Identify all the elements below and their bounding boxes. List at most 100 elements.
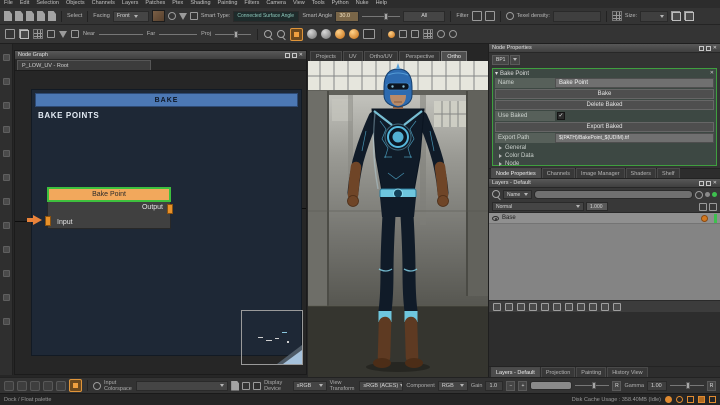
display-device-select[interactable]: sRGB <box>293 381 327 391</box>
layers-titlebar[interactable]: Layers - Default ✕ <box>489 179 720 188</box>
gain-preset-select[interactable] <box>530 381 572 390</box>
clear-search-icon[interactable] <box>695 191 703 199</box>
float-icon[interactable] <box>706 181 711 186</box>
near-slider[interactable] <box>99 30 143 39</box>
export-path-field[interactable]: $(PATH)/BakePoint_$(UDIM).tif <box>555 133 714 143</box>
viewport-canvas[interactable] <box>308 61 488 377</box>
visibility-eye-icon[interactable] <box>492 216 499 221</box>
mask-icon[interactable] <box>47 30 55 38</box>
new-project-icon[interactable] <box>4 11 12 21</box>
amount-field[interactable]: 1.000 <box>586 202 608 211</box>
node-selector-button[interactable]: BP1 <box>492 55 509 65</box>
screenshot-icon[interactable] <box>363 29 375 39</box>
node-graph-canvas[interactable]: BAKE BAKE POINTS Bake Point Output Input <box>15 71 306 374</box>
output-port[interactable] <box>167 204 173 214</box>
cache-status-icon[interactable] <box>665 396 672 403</box>
view-transform-select[interactable]: sRGB (ACES) <box>359 381 403 391</box>
menu-objects[interactable]: Objects <box>66 1 85 7</box>
size-field[interactable] <box>640 11 668 22</box>
smart-angle-slider[interactable] <box>362 12 400 21</box>
lut-file-icon[interactable] <box>231 381 239 391</box>
tool-icon[interactable] <box>3 270 10 277</box>
gain-minus-button[interactable]: − <box>506 381 515 391</box>
close-icon[interactable]: ✕ <box>713 46 717 51</box>
close-icon[interactable]: ✕ <box>710 71 714 76</box>
backdrop-header[interactable]: BAKE <box>35 93 298 107</box>
tab-history-view[interactable]: History View <box>607 367 647 377</box>
gamma-field[interactable]: 1.00 <box>647 381 667 391</box>
pin-icon[interactable] <box>285 53 290 58</box>
add-mask-icon[interactable] <box>541 303 549 311</box>
tool-icon[interactable] <box>3 222 10 229</box>
filter-edit-icon[interactable] <box>485 11 495 21</box>
float-icon[interactable] <box>292 53 297 58</box>
menu-camera[interactable]: Camera <box>266 1 286 7</box>
shader-flat-icon[interactable] <box>307 29 317 39</box>
menu-help[interactable]: Help <box>376 1 387 7</box>
section-node[interactable]: Node <box>495 160 714 168</box>
tab-image-manager[interactable]: Image Manager <box>576 168 625 178</box>
smart-type-select[interactable]: Connected Surface Angle <box>233 11 299 22</box>
tab-channels[interactable]: Channels <box>542 168 575 178</box>
filter-by-select[interactable]: Name <box>503 190 532 199</box>
paint-through-icon[interactable] <box>290 28 303 41</box>
section-color-data[interactable]: Color Data <box>495 152 714 160</box>
node-graph-tab[interactable]: P_LOW_UV - Root <box>17 60 151 70</box>
zoom-out-icon[interactable] <box>277 30 286 39</box>
select-scope-select[interactable]: All <box>403 11 445 22</box>
menu-patches[interactable]: Patches <box>145 1 165 7</box>
gain-reset-button[interactable]: R <box>612 381 621 391</box>
shader-paint-icon[interactable] <box>349 29 359 39</box>
tool-icon[interactable] <box>3 54 10 61</box>
texture-swatch[interactable] <box>152 10 165 22</box>
add-procedural-icon[interactable] <box>517 303 525 311</box>
menu-view[interactable]: View <box>293 1 305 7</box>
cache-layer-icon[interactable] <box>589 303 597 311</box>
symmetry-icon[interactable] <box>33 29 43 39</box>
gpu-status-icon[interactable] <box>698 396 705 403</box>
speaker-icon[interactable] <box>190 12 198 20</box>
menu-python[interactable]: Python <box>332 1 349 7</box>
tab-layers-default[interactable]: Layers - Default <box>491 367 540 377</box>
tab-uv[interactable]: UV <box>343 51 363 61</box>
collapse-icon[interactable]: ▾ <box>495 70 498 77</box>
bake-point-node[interactable]: Bake Point Output Input <box>47 187 171 229</box>
export-baked-button[interactable]: Export Baked <box>495 122 714 132</box>
menu-tools[interactable]: Tools <box>312 1 325 7</box>
funnel-icon[interactable] <box>179 13 187 20</box>
menu-ptex[interactable]: Ptex <box>172 1 183 7</box>
texel-density-field[interactable] <box>553 11 601 22</box>
import-icon[interactable] <box>37 11 45 21</box>
node-properties-titlebar[interactable]: Node Properties ✕ <box>489 44 720 53</box>
tool-icon[interactable] <box>3 150 10 157</box>
menu-filters[interactable]: Filters <box>244 1 259 7</box>
export-icon[interactable] <box>48 11 56 21</box>
layers-search-input[interactable] <box>534 190 693 199</box>
shader-basic-icon[interactable] <box>321 29 331 39</box>
pin-icon[interactable] <box>699 181 704 186</box>
brush-icon[interactable] <box>242 382 250 390</box>
gamma-slider[interactable] <box>670 381 704 390</box>
tab-shelf[interactable]: Shelf <box>657 168 680 178</box>
close-icon[interactable]: ✕ <box>299 53 303 58</box>
options-icon[interactable] <box>709 203 717 211</box>
tool-icon[interactable] <box>3 102 10 109</box>
duplicate-layer-icon[interactable] <box>553 303 561 311</box>
name-field[interactable]: Bake Point <box>555 78 714 88</box>
lightbulb-icon[interactable] <box>168 12 176 20</box>
add-group-icon[interactable] <box>529 303 537 311</box>
undo-transform-icon[interactable] <box>4 381 14 391</box>
merge-layer-icon[interactable] <box>565 303 573 311</box>
layer-table-icon[interactable] <box>613 303 621 311</box>
node-selector-dropdown[interactable] <box>510 55 520 65</box>
smart-angle-field[interactable]: 30.0 <box>335 11 359 22</box>
add-layer-icon[interactable] <box>493 303 501 311</box>
gain-slider[interactable] <box>575 381 609 390</box>
menu-layers[interactable]: Layers <box>122 1 139 7</box>
mirror-x-icon[interactable] <box>5 29 15 39</box>
tab-ortho[interactable]: Ortho <box>441 51 467 61</box>
copy-icon[interactable] <box>671 11 681 21</box>
lock-icon[interactable] <box>699 203 707 211</box>
component-select[interactable]: RGB <box>438 381 468 391</box>
float-icon[interactable] <box>706 46 711 51</box>
